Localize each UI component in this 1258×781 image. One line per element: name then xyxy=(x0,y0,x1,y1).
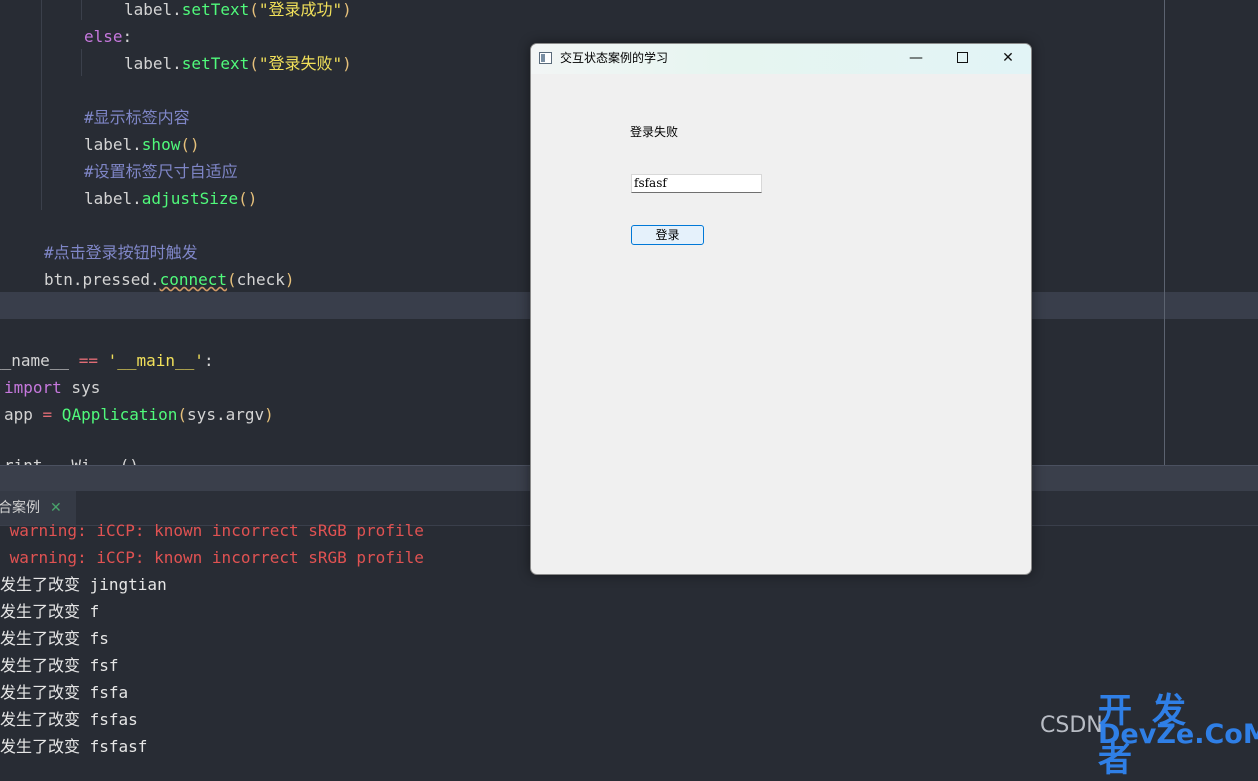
text-input[interactable]: fsfasf xyxy=(631,174,762,193)
code-line: __name__ == '__main__': xyxy=(0,351,214,370)
close-button[interactable]: ✕ xyxy=(985,44,1031,74)
code-comment: #点击登录按钮时触发 xyxy=(44,243,198,262)
qt-window: 交互状态案例的学习 — ✕ 登录失败 fsfasf 登录 xyxy=(530,43,1032,575)
indent-guide xyxy=(41,0,42,210)
maximize-icon xyxy=(956,51,968,63)
code-line: btn.pressed.connect(check) xyxy=(44,270,295,289)
window-app-icon xyxy=(539,52,552,64)
console-line: 发生了改变 fsf xyxy=(0,656,119,675)
code-line: else: xyxy=(84,27,133,46)
minimize-button[interactable]: — xyxy=(893,44,939,74)
code-line: label.adjustSize() xyxy=(84,189,258,208)
code-line: label.setText("登录失败") xyxy=(124,54,352,73)
logo-bottom-text: DevZe.CoM xyxy=(1098,719,1258,750)
console-line: 发生了改变 fsfasf xyxy=(0,737,148,756)
login-status-label: 登录失败 xyxy=(630,125,679,139)
console-line: 发生了改变 fsfa xyxy=(0,683,129,702)
code-line: label.setText("登录成功") xyxy=(124,0,352,19)
console-line: warning: iCCP: known incorrect sRGB prof… xyxy=(0,521,424,540)
window-title: 交互状态案例的学习 xyxy=(560,51,669,65)
right-margin-guide xyxy=(1164,0,1165,465)
devze-logo: 开发者 DevZe.CoM xyxy=(1098,683,1258,780)
code-line: app = QApplication(sys.argv) xyxy=(4,405,274,424)
console-line: 发生了改变 fs xyxy=(0,629,109,648)
code-comment: #显示标签内容 xyxy=(84,108,190,127)
indent-guide xyxy=(81,0,82,20)
console-line: 发生了改变 fsfas xyxy=(0,710,138,729)
maximize-button[interactable] xyxy=(939,44,985,74)
console-line: 发生了改变 f xyxy=(0,602,100,621)
code-line: label.show() xyxy=(84,135,200,154)
code-line: import sys xyxy=(4,378,101,397)
console-line: warning: iCCP: known incorrect sRGB prof… xyxy=(0,548,424,567)
qt-titlebar[interactable]: 交互状态案例的学习 — ✕ xyxy=(531,44,1031,74)
indent-guide xyxy=(81,49,82,76)
console-line: 发生了改变 jingtian xyxy=(0,575,167,594)
code-line-partial: rint Wi () xyxy=(4,452,139,465)
code-comment: #设置标签尺寸自适应 xyxy=(84,162,238,181)
login-button[interactable]: 登录 xyxy=(631,225,704,245)
csdn-watermark: CSDN xyxy=(1040,713,1103,738)
